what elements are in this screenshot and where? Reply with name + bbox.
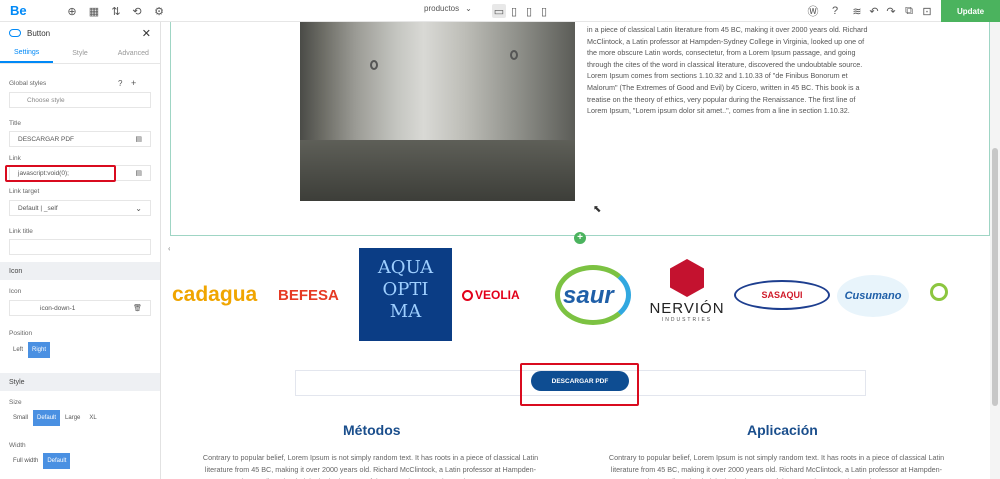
logo-aqua-optima-line-2: OPTI (382, 279, 429, 300)
tab-style[interactable]: Style (53, 44, 106, 63)
title-label: Title (9, 120, 22, 127)
link-label: Link (9, 155, 21, 162)
logo-saur-text: saur (563, 282, 614, 309)
width-label: Width (9, 442, 26, 449)
page-canvas: in a piece of classical Latin literature… (170, 22, 990, 479)
heading-aplicacion: Aplicación (747, 422, 818, 438)
position-left[interactable]: Left (9, 342, 27, 358)
chevron-down-icon: ⌄ (135, 203, 142, 213)
logo-saur: saur (551, 265, 637, 325)
highlight-box (5, 165, 116, 182)
position-control: Left Right (9, 342, 51, 358)
size-small[interactable]: Small (9, 410, 32, 426)
logo-cadagua: cadagua (172, 283, 258, 306)
layers-icon[interactable]: ≋ (850, 4, 864, 18)
help-icon[interactable]: ? (118, 79, 122, 88)
global-styles-label: Global styles (9, 80, 47, 87)
app-logo[interactable]: Be (10, 3, 27, 18)
tab-settings[interactable]: Settings (0, 44, 54, 63)
redo-icon[interactable]: ↷ (884, 4, 898, 18)
logo-aqua-optima: AQUA OPTI MA (359, 248, 452, 341)
size-default[interactable]: Default (33, 410, 61, 426)
page-select[interactable]: productos ⌄ (424, 4, 472, 13)
add-icon[interactable]: ⊕ (65, 4, 79, 18)
title-input-value: DESCARGAR PDF (18, 135, 74, 143)
icon-value: icon-down-1 (40, 304, 76, 312)
panel-header: Button ✕ (0, 22, 160, 44)
icon-picker[interactable]: icon-down-1 🗑 (9, 300, 151, 316)
logo-nervion-sub: INDUSTRIES (661, 317, 713, 323)
tab-advanced[interactable]: Advanced (107, 44, 160, 63)
client-logos: cadagua BEFESA AQUA OPTI MA VEOLIA saur … (170, 247, 990, 357)
width-control: Full width Default (9, 453, 71, 469)
mouse-cursor-icon: ⬉ (593, 204, 602, 215)
size-large[interactable]: Large (61, 410, 84, 426)
size-label: Size (9, 399, 22, 406)
global-style-select[interactable]: Choose style (9, 92, 151, 108)
size-xl[interactable]: XL (85, 410, 100, 426)
close-icon[interactable]: ✕ (142, 27, 151, 40)
icon-label: Icon (9, 288, 22, 295)
top-toolbar: Be ⊕ ▦ ⇅ ⟲ ⚙ productos ⌄ ▭ ▯ ▯ ▯ Ⓦ ? ≋ ↶… (0, 0, 1000, 22)
element-settings-panel: Button ✕ Settings Style Advanced Global … (0, 22, 161, 479)
logo-partial (930, 283, 990, 307)
width-full[interactable]: Full width (9, 453, 42, 469)
scrollbar-thumb[interactable] (992, 148, 998, 406)
screenshot-icon[interactable]: ⊡ (920, 4, 934, 18)
logo-cusumano: Cusumano (837, 275, 909, 317)
history-icon[interactable]: ⟲ (130, 4, 144, 18)
tablet-portrait-icon[interactable]: ▯ (522, 4, 536, 18)
wordpress-icon[interactable]: Ⓦ (806, 4, 820, 18)
layout-icon[interactable]: ▦ (87, 4, 101, 18)
link-title-input[interactable] (9, 239, 151, 255)
logo-veolia-text: VEOLIA (475, 288, 520, 302)
title-input[interactable]: DESCARGAR PDF ▤ (9, 131, 151, 147)
panel-title: Button (27, 28, 51, 38)
logo-nervion: NERVIÓN INDUSTRIES (641, 259, 733, 339)
dynamic-data-icon[interactable]: ▤ (135, 135, 142, 143)
logo-sasaqui-text: SASAQUI (761, 290, 803, 300)
link-target-label: Link target (9, 188, 40, 195)
position-label: Position (9, 330, 33, 337)
highlight-box (520, 363, 639, 406)
logo-cusumano-text: Cusumano (844, 290, 902, 302)
logo-aqua-optima-line-3: MA (389, 301, 422, 322)
page-select-value: productos (424, 4, 460, 13)
width-default[interactable]: Default (43, 453, 71, 469)
tablet-landscape-icon[interactable]: ▯ (507, 4, 521, 18)
heading-metodos: Métodos (343, 422, 401, 438)
trash-icon[interactable]: 🗑 (133, 304, 142, 312)
preview-icon[interactable]: ⧉ (902, 4, 916, 18)
icon-section-header[interactable]: Icon (0, 262, 160, 280)
settings-icon[interactable]: ⚙ (152, 4, 166, 18)
logo-veolia: VEOLIA (462, 288, 520, 302)
add-section-button[interactable]: + (574, 232, 586, 244)
sort-icon[interactable]: ⇅ (109, 4, 123, 18)
logo-aqua-optima-line-1: AQUA (377, 257, 434, 278)
link-title-label: Link title (9, 228, 33, 235)
style-section-header[interactable]: Style (0, 373, 160, 391)
help-icon[interactable]: ? (828, 4, 842, 18)
paragraph-aplicacion: Contrary to popular belief, Lorem Ipsum … (608, 453, 945, 479)
button-element-icon (9, 29, 21, 37)
logo-nervion-text: NERVIÓN (649, 300, 725, 317)
logo-befesa: BEFESA (278, 287, 339, 304)
link-target-value: Default | _self (18, 204, 58, 212)
selected-section-outline (170, 22, 990, 236)
undo-icon[interactable]: ↶ (867, 4, 881, 18)
dynamic-data-icon[interactable]: ▤ (135, 169, 142, 177)
desktop-view-icon[interactable]: ▭ (492, 4, 506, 18)
settings-tabs: Settings Style Advanced (0, 44, 160, 64)
chevron-down-icon: ⌄ (465, 4, 472, 13)
paragraph-metodos: Contrary to popular belief, Lorem Ipsum … (202, 453, 539, 479)
size-control: Small Default Large XL (9, 410, 101, 426)
mobile-view-icon[interactable]: ▯ (537, 4, 551, 18)
add-icon[interactable]: + (131, 78, 136, 88)
veolia-mark-icon (462, 289, 473, 301)
position-right[interactable]: Right (28, 342, 51, 358)
logo-sasaqui: SASAQUI (734, 280, 830, 310)
update-button[interactable]: Update (941, 0, 1000, 22)
link-target-select[interactable]: Default | _self ⌄ (9, 200, 151, 216)
